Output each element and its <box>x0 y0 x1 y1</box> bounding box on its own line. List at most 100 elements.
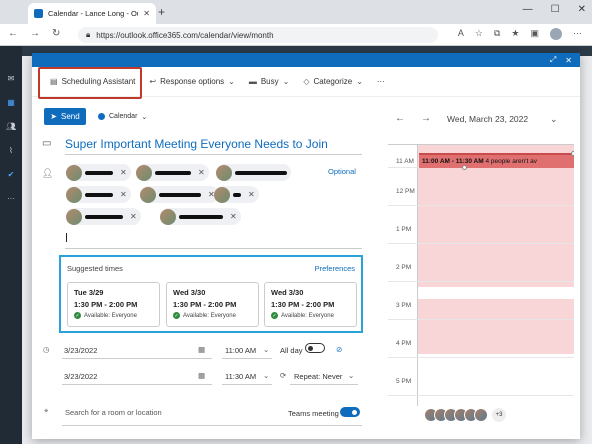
attendee-chip[interactable]: ✕ <box>140 186 219 203</box>
all-day-toggle[interactable] <box>305 343 325 355</box>
mail-icon[interactable]: ✉ <box>6 74 16 83</box>
end-date-field[interactable]: 3/23/2022 <box>64 372 97 381</box>
remove-icon[interactable]: ✕ <box>248 190 255 199</box>
send-icon: ➤ <box>50 112 57 121</box>
avatar <box>136 164 152 181</box>
profile-avatar[interactable] <box>550 28 562 40</box>
attendee-name-redacted <box>233 192 241 197</box>
remove-icon[interactable]: ✕ <box>230 212 237 221</box>
toggle-switch[interactable] <box>305 343 325 353</box>
check-icon: ✓ <box>173 312 180 319</box>
people-icon[interactable]: 👥︎ <box>6 122 16 131</box>
date-picker-icon[interactable]: ▦ <box>198 345 205 354</box>
maximize-icon[interactable]: ☐ <box>551 4 560 15</box>
draft-event-block[interactable]: 11:00 AM - 11:30 AM 4 people aren't av <box>419 153 574 168</box>
subject-underline <box>65 154 362 155</box>
preferences-link[interactable]: Preferences <box>315 264 355 273</box>
hour-label: 5 PM <box>396 378 412 385</box>
toggle-switch[interactable] <box>340 407 360 417</box>
attendee-chip[interactable]: ✕ <box>214 186 259 203</box>
chevron-down-icon[interactable]: ⌄ <box>263 371 269 380</box>
start-date-field[interactable]: 3/23/2022 <box>64 346 97 355</box>
remove-icon[interactable]: ✕ <box>130 212 137 221</box>
attendee-chip[interactable]: ✕ <box>160 208 241 225</box>
repeat-dropdown[interactable]: Repeat: Never <box>294 372 342 381</box>
previous-day-icon[interactable]: ← <box>395 113 405 124</box>
minimize-icon[interactable]: — <box>523 4 533 15</box>
attendee-chip[interactable]: ✕ <box>136 164 209 181</box>
read-aloud-icon[interactable]: A <box>458 28 464 40</box>
teams-meeting-toggle[interactable] <box>340 407 360 419</box>
check-icon: ✓ <box>74 312 81 319</box>
availability-text: Available: Everyone <box>281 312 334 319</box>
resize-handle[interactable] <box>462 165 467 170</box>
attach-icon[interactable]: ⌇ <box>6 146 16 155</box>
more-apps-icon[interactable]: ··· <box>6 194 16 203</box>
person-icon: 👤︎ <box>42 168 54 178</box>
next-day-icon[interactable]: → <box>421 113 431 124</box>
nav-buttons: ← → ↻ <box>8 28 60 39</box>
avatar[interactable] <box>474 408 488 422</box>
attendee-chip[interactable]: ✕ <box>66 208 141 225</box>
remove-icon[interactable]: ✕ <box>198 168 205 177</box>
suggested-time-card[interactable]: Wed 3/30 1:30 PM - 2:00 PM ✓ Available: E… <box>264 282 357 327</box>
availability-text: Available: Everyone <box>183 312 236 319</box>
chevron-down-icon[interactable]: ⌄ <box>348 371 354 380</box>
attendee-chip[interactable]: ✕ <box>66 164 131 181</box>
favorite-icon[interactable]: ☆ <box>475 28 483 40</box>
day-timeline: 11 AM 12 PM 1 PM 2 PM 3 PM 4 PM 5 PM 11:… <box>388 144 574 406</box>
chevron-down-icon[interactable]: ⌄ <box>263 345 269 354</box>
start-time-underline <box>222 358 272 359</box>
attendee-chip[interactable] <box>216 164 291 181</box>
browser-tab[interactable]: Calendar - Lance Long - Outlook ✕ <box>28 3 156 24</box>
remove-icon[interactable]: ✕ <box>120 168 127 177</box>
url-field[interactable]: 🔒︎ https://outlook.office365.com/calenda… <box>78 27 438 43</box>
location-input[interactable]: Search for a room or location <box>65 408 162 417</box>
refresh-icon[interactable]: ↻ <box>52 28 60 39</box>
favorites-bar-icon[interactable]: ★ <box>511 28 519 40</box>
settings-menu-icon[interactable]: ··· <box>573 28 582 40</box>
remove-icon[interactable]: ✕ <box>120 190 127 199</box>
back-icon[interactable]: ← <box>8 28 18 39</box>
close-modal-icon[interactable]: ✕ <box>565 56 572 65</box>
send-label: Send <box>61 112 80 121</box>
expand-icon[interactable]: ⤢ <box>550 55 556 65</box>
pane-date[interactable]: Wed, March 23, 2022 <box>447 114 528 124</box>
start-time-field[interactable]: 11:00 AM <box>225 346 256 355</box>
resize-handle[interactable] <box>571 151 574 156</box>
close-tab-icon[interactable]: ✕ <box>143 9 150 18</box>
response-options-button[interactable]: ↩ Response options ⌄ <box>149 77 234 86</box>
todo-icon[interactable]: ✔ <box>6 170 16 179</box>
forward-icon[interactable]: → <box>30 28 40 39</box>
hour-label: 3 PM <box>396 302 412 309</box>
avatar <box>160 208 176 225</box>
categorize-button[interactable]: ◇ Categorize ⌄ <box>303 77 363 86</box>
event-time: 11:00 AM - 11:30 AM <box>422 158 484 165</box>
calendar-icon[interactable]: ▦ <box>6 98 16 107</box>
time-zone-icon[interactable]: ⊘ <box>336 345 342 354</box>
close-window-icon[interactable]: ✕ <box>578 4 586 15</box>
collections-icon[interactable]: ▣ <box>530 28 539 40</box>
browser-tab-bar: Calendar - Lance Long - Outlook ✕ + — ☐ … <box>0 0 592 24</box>
more-options-button[interactable]: ··· <box>377 77 385 86</box>
availability-text: Available: Everyone <box>84 312 137 319</box>
send-button[interactable]: ➤ Send <box>44 108 86 125</box>
suggested-time-card[interactable]: Tue 3/29 1:30 PM - 2:00 PM ✓ Available: E… <box>67 282 160 327</box>
event-toolbar: ▤ Scheduling Assistant ↩ Response option… <box>32 67 580 99</box>
end-time-field[interactable]: 11:30 AM <box>225 372 256 381</box>
avatar <box>66 186 82 203</box>
busy-button[interactable]: ▬ Busy ⌄ <box>249 77 290 86</box>
end-date-underline <box>62 384 212 385</box>
calendar-selector[interactable]: Calendar ⌄ <box>98 113 147 121</box>
new-tab-icon[interactable]: + <box>158 5 165 19</box>
suggested-time-card[interactable]: Wed 3/30 1:30 PM - 2:00 PM ✓ Available: E… <box>166 282 259 327</box>
chevron-down-icon[interactable]: ⌄ <box>550 114 558 125</box>
date-picker-icon[interactable]: ▦ <box>198 371 205 380</box>
attendee-chip[interactable]: ✕ <box>66 186 131 203</box>
event-subject-input[interactable]: Super Important Meeting Everyone Needs t… <box>65 137 328 151</box>
more-attendees-badge[interactable]: +3 <box>492 408 506 422</box>
categorize-label: Categorize <box>313 77 353 86</box>
optional-link[interactable]: Optional <box>328 167 356 176</box>
extensions-icon[interactable]: ⧉ <box>494 28 500 40</box>
toggle-knob <box>352 410 357 415</box>
